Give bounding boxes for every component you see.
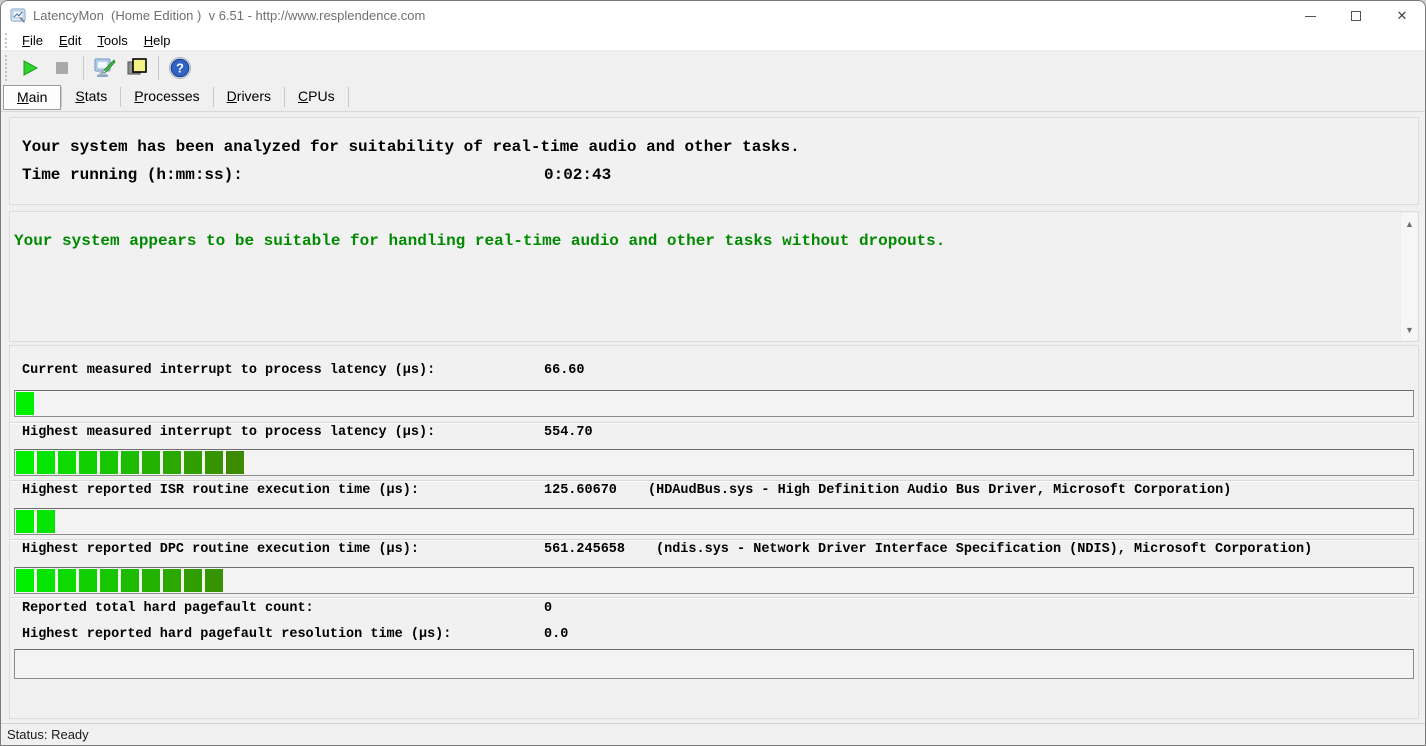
verdict-scrollbar[interactable]: ▲ ▼ <box>1400 213 1417 340</box>
latency-bar-segment <box>37 569 55 592</box>
metric-value: 125.60670 <box>544 483 617 498</box>
menu-edit[interactable]: Edit <box>51 32 89 49</box>
tab-main[interactable]: Main <box>3 85 62 110</box>
tab-separator <box>347 87 349 107</box>
latency-bar-segment <box>184 451 202 474</box>
latency-bar-segment <box>58 569 76 592</box>
latency-bar-segment <box>142 451 160 474</box>
latency-bar-current <box>14 390 1414 417</box>
metric-driver-info: (ndis.sys - Network Driver Interface Spe… <box>656 542 1313 557</box>
verdict-text: Your system appears to be suitable for h… <box>14 232 946 250</box>
menu-tools[interactable]: Tools <box>89 32 135 49</box>
start-monitor-button[interactable] <box>16 54 44 82</box>
tab-processes[interactable]: Processes <box>121 85 212 108</box>
help-button[interactable]: ? <box>166 54 194 82</box>
metric-driver-info: (HDAudBus.sys - High Definition Audio Bu… <box>648 483 1232 498</box>
analyze-button[interactable] <box>91 54 119 82</box>
latency-bar-segment <box>16 569 34 592</box>
metrics-panel: Current measured interrupt to process la… <box>9 345 1419 719</box>
toolbar: ? <box>1 51 1425 85</box>
time-running-value: 0:02:43 <box>544 166 612 184</box>
metric-value: 0.0 <box>544 627 569 642</box>
toolbar-separator <box>83 56 84 80</box>
latency-bar-segment <box>100 451 118 474</box>
close-icon: ✕ <box>1396 8 1408 23</box>
content-divider <box>1 111 1425 112</box>
latencymon-window: LatencyMon (Home Edition ) v 6.51 - http… <box>0 0 1426 746</box>
stop-icon <box>56 62 68 74</box>
metric-label: Highest measured interrupt to process la… <box>22 425 436 440</box>
metric-label: Highest reported DPC routine execution t… <box>22 542 419 557</box>
help-icon: ? <box>169 57 191 79</box>
maximize-button[interactable] <box>1333 1 1379 31</box>
menu-bar: File Edit Tools Help <box>1 31 1425 51</box>
latency-bar-segment <box>163 569 181 592</box>
close-button[interactable]: ✕ <box>1379 1 1425 31</box>
time-running-label: Time running (h:mm:ss): <box>22 166 243 184</box>
metric-label: Highest reported hard pagefault resoluti… <box>22 627 452 642</box>
svg-text:?: ? <box>176 61 184 76</box>
status-bar: Status: Ready <box>1 723 1425 745</box>
latency-bar-segment <box>100 569 118 592</box>
analyze-icon <box>94 58 116 77</box>
title-bar: LatencyMon (Home Edition ) v 6.51 - http… <box>1 1 1425 31</box>
latency-bar-pagefault <box>14 649 1414 679</box>
minimize-button[interactable] <box>1287 1 1333 31</box>
latency-bar-segment <box>37 510 55 533</box>
row-separator <box>10 422 1418 424</box>
metric-value: 66.60 <box>544 363 585 378</box>
metric-label: Reported total hard pagefault count: <box>22 601 314 616</box>
metric-value: 554.70 <box>544 425 593 440</box>
minimize-icon <box>1304 15 1316 17</box>
scroll-up-icon[interactable]: ▲ <box>1401 215 1418 232</box>
row-separator <box>10 480 1418 482</box>
status-text: Status: Ready <box>7 727 89 742</box>
latency-bar-segment <box>16 510 34 533</box>
latency-bar-segment <box>184 569 202 592</box>
stop-monitor-button[interactable] <box>48 54 76 82</box>
latency-bar-segment <box>37 451 55 474</box>
row-separator <box>10 539 1418 541</box>
menu-file[interactable]: File <box>14 32 51 49</box>
row-separator <box>10 597 1418 599</box>
metric-value: 0 <box>544 601 553 616</box>
latency-bar-dpc <box>14 567 1414 594</box>
metric-label: Current measured interrupt to process la… <box>22 363 436 378</box>
verdict-panel: Your system appears to be suitable for h… <box>9 211 1419 342</box>
tab-drivers[interactable]: Drivers <box>214 85 284 108</box>
latency-bar-segment <box>79 451 97 474</box>
latency-bar-segment <box>79 569 97 592</box>
metric-label: Highest reported ISR routine execution t… <box>22 483 419 498</box>
latency-bar-isr <box>14 508 1414 535</box>
latency-bar-segment <box>142 569 160 592</box>
scroll-down-icon[interactable]: ▼ <box>1401 321 1418 338</box>
report-copy-icon <box>127 58 147 75</box>
analysis-headline: Your system has been analyzed for suitab… <box>22 138 800 156</box>
report-button[interactable] <box>123 54 151 82</box>
toolbar-separator <box>158 56 159 80</box>
latency-bar-segment <box>121 569 139 592</box>
metric-value: 561.245658 <box>544 542 626 557</box>
latency-bar-highest <box>14 449 1414 476</box>
toolbar-gripper <box>5 55 8 81</box>
latency-bar-segment <box>205 451 223 474</box>
latency-bar-segment <box>16 451 34 474</box>
analysis-summary-panel: Your system has been analyzed for suitab… <box>9 117 1419 205</box>
menu-help[interactable]: Help <box>136 32 179 49</box>
latency-bar-segment <box>121 451 139 474</box>
window-title: LatencyMon (Home Edition ) v 6.51 - http… <box>33 8 426 23</box>
latency-bar-segment <box>226 451 244 474</box>
menu-gripper <box>5 32 8 49</box>
tab-stats[interactable]: Stats <box>62 85 120 108</box>
latency-bar-segment <box>58 451 76 474</box>
latency-bar-segment <box>16 392 34 415</box>
latency-bar-segment <box>205 569 223 592</box>
maximize-icon <box>1351 11 1361 21</box>
latency-bar-segment <box>163 451 181 474</box>
play-icon <box>23 60 39 76</box>
tab-cpus[interactable]: CPUs <box>285 85 348 108</box>
app-icon <box>10 8 26 23</box>
tab-bar: Main Stats Processes Drivers CPUs <box>3 85 349 111</box>
